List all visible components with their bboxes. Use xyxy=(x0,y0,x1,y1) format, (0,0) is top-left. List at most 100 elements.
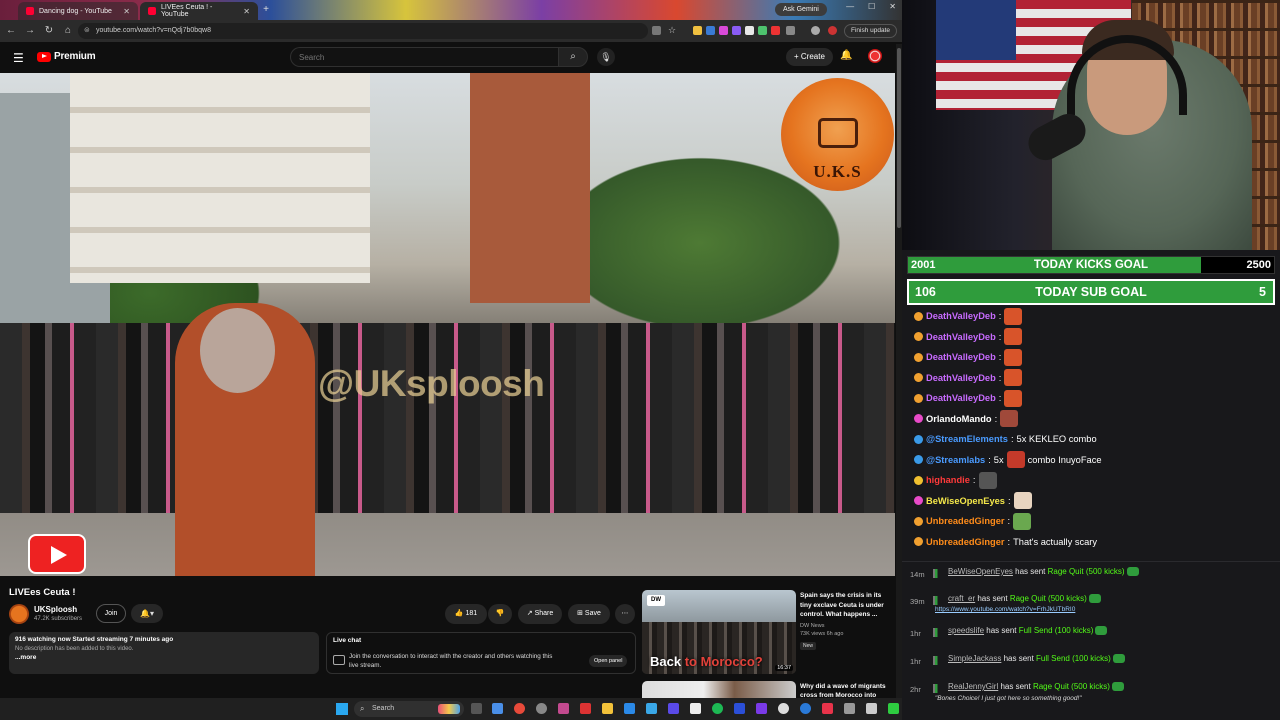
chat-badge-icon xyxy=(914,434,923,444)
recommendation-title[interactable]: Why did a wave of migrants cross from Mo… xyxy=(800,682,890,698)
chat-username[interactable]: UnbreadedGinger xyxy=(926,537,1005,547)
chat-username[interactable]: DeathValleyDeb xyxy=(926,393,996,403)
app-icon[interactable] xyxy=(866,703,877,714)
finish-update-button[interactable]: Finish update xyxy=(844,24,898,38)
forward-icon[interactable]: → xyxy=(22,23,38,39)
edge-icon[interactable] xyxy=(646,703,657,714)
extensions-puzzle-icon[interactable] xyxy=(786,26,795,35)
extension-icon[interactable] xyxy=(732,26,741,35)
save-button[interactable]: ⊞ Save xyxy=(568,604,610,624)
alert-username[interactable]: speedslife xyxy=(948,626,984,635)
url-field[interactable]: ⊜ youtube.com/watch?v=nQdj7b0bqw8 xyxy=(78,23,648,39)
chat-username[interactable]: @Streamlabs xyxy=(926,455,985,465)
search-input[interactable] xyxy=(290,47,558,67)
extension-icon[interactable] xyxy=(745,26,754,35)
recommendation-thumbnail[interactable]: DW Back to Morocco? 16:37 xyxy=(642,590,796,674)
profile-icon[interactable] xyxy=(828,26,837,35)
microphone-icon[interactable]: 🎙 xyxy=(597,48,615,66)
site-info-icon[interactable]: ⊜ xyxy=(84,23,90,39)
open-panel-button[interactable]: Open panel xyxy=(589,655,628,667)
alert-text: craft_er has sent Rage Quit (500 kicks) xyxy=(948,594,1101,604)
chat-username[interactable]: @StreamElements xyxy=(926,434,1008,444)
tab-dancing-dog[interactable]: Dancing dog - YouTube ✕ xyxy=(18,2,138,20)
app-icon[interactable] xyxy=(844,703,855,714)
back-icon[interactable]: ← xyxy=(3,23,19,39)
alert-username[interactable]: RealJennyGirl xyxy=(948,682,998,691)
youtube-favicon-icon xyxy=(26,7,34,15)
chat-username[interactable]: OrlandoMando xyxy=(926,414,992,424)
app-icon[interactable] xyxy=(888,703,899,714)
alert-username[interactable]: BeWiseOpenEyes xyxy=(948,567,1013,576)
description-box[interactable]: 916 watching now Started streaming 7 min… xyxy=(9,632,319,674)
chat-username[interactable]: highandie xyxy=(926,475,970,485)
notification-bell-dropdown[interactable]: 🔔▾ xyxy=(131,604,163,623)
app-icon[interactable] xyxy=(756,703,767,714)
share-button[interactable]: ↗ Share xyxy=(518,604,562,624)
app-icon[interactable] xyxy=(668,703,679,714)
kicks-alerts-feed: 14m BeWiseOpenEyes has sent Rage Quit (50… xyxy=(902,561,1280,720)
recommendation-channel[interactable]: DW News xyxy=(800,622,890,630)
more-link[interactable]: ...more xyxy=(15,654,313,661)
windows-start-icon[interactable] xyxy=(336,703,348,715)
recommendation-title[interactable]: Spain says the crisis in its tiny exclav… xyxy=(800,591,890,620)
extension-icon[interactable] xyxy=(719,26,728,35)
video-scene-crowd xyxy=(0,323,895,513)
recommendation-thumbnail[interactable] xyxy=(642,681,796,698)
home-icon[interactable]: ⌂ xyxy=(60,23,76,39)
chat-username[interactable]: UnbreadedGinger xyxy=(926,516,1005,526)
app-icon[interactable] xyxy=(800,703,811,714)
chat-username[interactable]: DeathValleyDeb xyxy=(926,352,996,362)
alert-username[interactable]: craft_er xyxy=(948,594,975,603)
new-tab-icon[interactable]: + xyxy=(260,3,272,17)
more-actions-icon[interactable]: ⋯ xyxy=(615,604,635,624)
close-tab-icon[interactable]: ✕ xyxy=(123,7,130,16)
ask-gemini-button[interactable]: Ask Gemini xyxy=(775,3,827,16)
like-button[interactable]: 👍 181 xyxy=(445,604,487,624)
channel-avatar[interactable] xyxy=(9,604,29,624)
extension-icon[interactable] xyxy=(771,26,780,35)
close-window-icon[interactable]: ✕ xyxy=(889,2,896,11)
profile-icon[interactable] xyxy=(811,26,820,35)
notifications-bell-icon[interactable]: 🔔 xyxy=(840,50,852,61)
app-icon[interactable] xyxy=(778,703,789,714)
app-icon[interactable] xyxy=(624,703,635,714)
app-icon[interactable] xyxy=(558,703,569,714)
alert-note[interactable]: https://www.youtube.com/watch?v=FrhJkUTb… xyxy=(935,606,1075,613)
install-icon[interactable] xyxy=(652,26,661,35)
dislike-icon[interactable]: 👎 xyxy=(488,604,512,624)
search-icon[interactable]: ⌕ xyxy=(558,47,588,67)
tab-lives-ceuta[interactable]: LIVEes Ceuta ! - YouTube ✕ xyxy=(140,2,258,20)
extension-icon[interactable] xyxy=(693,26,702,35)
maximize-icon[interactable]: ☐ xyxy=(868,2,875,11)
scrollbar-thumb[interactable] xyxy=(897,48,901,228)
channel-name[interactable]: UKSploosh xyxy=(34,605,77,614)
app-icon[interactable] xyxy=(536,703,547,714)
bookmark-star-icon[interactable]: ☆ xyxy=(668,26,677,35)
chrome-icon[interactable] xyxy=(514,703,525,714)
extension-icon[interactable] xyxy=(758,26,767,35)
task-view-icon[interactable] xyxy=(471,703,482,714)
copilot-icon[interactable] xyxy=(492,703,503,714)
app-icon[interactable] xyxy=(690,703,701,714)
app-icon[interactable] xyxy=(580,703,591,714)
app-icon[interactable] xyxy=(734,703,745,714)
alert-username[interactable]: SimpleJackass xyxy=(948,654,1001,663)
spotify-icon[interactable] xyxy=(712,703,723,714)
join-button[interactable]: Join xyxy=(96,604,126,623)
create-button[interactable]: + Create xyxy=(786,48,833,66)
menu-icon[interactable]: ☰ xyxy=(13,51,24,65)
file-explorer-icon[interactable] xyxy=(602,703,613,714)
chat-username[interactable]: DeathValleyDeb xyxy=(926,332,996,342)
youtube-logo[interactable]: Premium xyxy=(37,51,96,62)
app-icon[interactable] xyxy=(822,703,833,714)
reload-icon[interactable]: ↻ xyxy=(41,23,57,39)
chat-username[interactable]: DeathValleyDeb xyxy=(926,311,996,321)
account-avatar[interactable] xyxy=(868,49,882,63)
close-tab-icon[interactable]: ✕ xyxy=(243,7,250,16)
extension-icon[interactable] xyxy=(706,26,715,35)
video-player[interactable]: @UKsploosh U.K.S xyxy=(0,73,895,576)
taskbar-search[interactable]: ⌕ Search xyxy=(354,701,464,717)
chat-username[interactable]: DeathValleyDeb xyxy=(926,373,996,383)
chat-username[interactable]: BeWiseOpenEyes xyxy=(926,496,1005,506)
minimize-icon[interactable]: — xyxy=(846,2,854,11)
